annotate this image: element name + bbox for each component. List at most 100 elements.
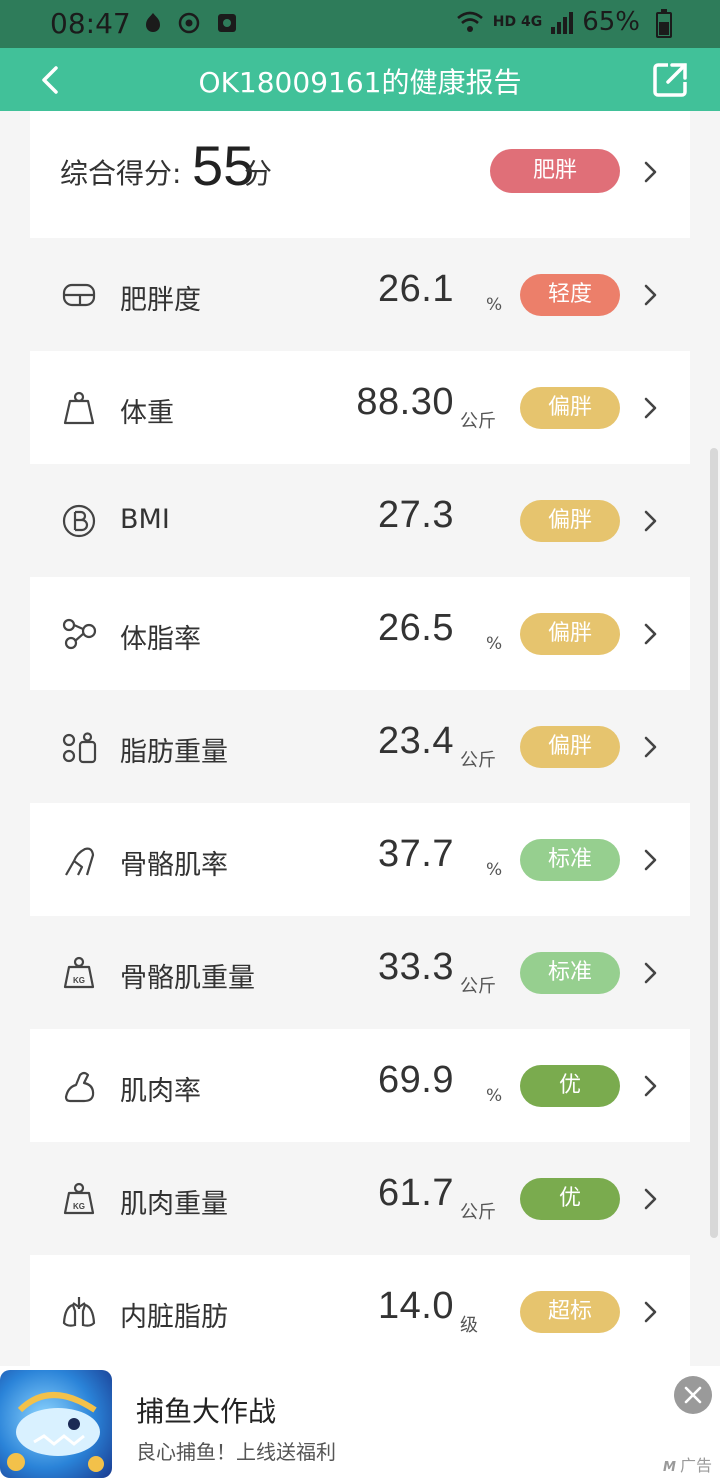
metric-row[interactable]: 骨骼肌率 37.7% 标准 [30, 803, 690, 916]
chevron-right-icon [644, 623, 657, 645]
metric-row[interactable]: 肥胖度 26.1% 轻度 [30, 238, 690, 351]
body-fat-rate-icon [62, 618, 97, 650]
metric-unit: 级 [460, 1315, 478, 1336]
score-badge: 肥胖 [490, 149, 620, 193]
bmi-icon [62, 504, 96, 538]
kg-weight-icon: KG [63, 956, 95, 989]
metric-value: 27.3 [378, 494, 454, 536]
status-badge: 优 [520, 1065, 620, 1107]
metric-value: 33.3 [378, 946, 454, 988]
chevron-right-icon [644, 962, 657, 984]
status-badge: 偏胖 [520, 613, 620, 655]
app-bar: OK18009161的健康报告 [0, 48, 720, 111]
metric-name: 内脏脂肪 [120, 1302, 228, 1333]
metric-row[interactable]: BMI 27.3 偏胖 [30, 464, 690, 577]
ad-tag-text: 广告 [679, 1456, 712, 1475]
chevron-right-icon [644, 397, 657, 419]
svg-text:KG: KG [73, 1202, 85, 1211]
metric-name: 肌肉重量 [120, 1189, 228, 1220]
share-icon[interactable] [650, 60, 690, 100]
lungs-icon [62, 1297, 96, 1327]
metric-unit: 公斤 [460, 976, 496, 997]
metric-name: 脂肪重量 [120, 737, 228, 768]
status-badge: 标准 [520, 952, 620, 994]
metric-value: 14.0 [378, 1285, 454, 1327]
status-badge: 偏胖 [520, 387, 620, 429]
metric-value: 88.30 [356, 381, 454, 423]
status-badge: 偏胖 [520, 726, 620, 768]
ad-network-logo: M [663, 1460, 676, 1475]
metric-row[interactable]: 脂肪重量 23.4 公斤 偏胖 [30, 690, 690, 803]
scrollbar[interactable] [710, 448, 718, 1238]
report-list: 综合得分: 55 分 肥胖 肥胖度 26.1% 轻度 体重 88.30 公斤 偏胖 BMI 27… [30, 111, 690, 1368]
metric-name: BMI [120, 504, 170, 535]
ad-label: M 广告 [663, 1452, 712, 1476]
metric-name: 肥胖度 [120, 285, 201, 316]
metric-value: 61.7 [378, 1172, 454, 1214]
chevron-right-icon [644, 1301, 657, 1323]
sync-icon [178, 12, 200, 34]
chevron-right-icon [644, 849, 657, 871]
ad-title: 捕鱼大作战 [136, 1395, 277, 1428]
photo-icon [218, 14, 236, 32]
metric-value: 69.9 [378, 1059, 454, 1101]
close-icon [684, 1386, 702, 1404]
ad-subtitle: 良心捕鱼！上线送福利 [136, 1440, 336, 1464]
app-notification-icon [146, 13, 160, 32]
score-unit: 分 [244, 157, 273, 190]
metric-value: 23.4 [378, 720, 454, 762]
metric-row[interactable]: 体重 88.30 公斤 偏胖 [30, 351, 690, 464]
chevron-right-icon [644, 1188, 657, 1210]
chevron-right-icon [644, 1075, 657, 1097]
kg-weight-icon: KG [63, 1182, 95, 1215]
network-type: HD 4G [492, 14, 543, 30]
fat-weight-icon [62, 732, 97, 764]
chevron-right-icon [644, 161, 657, 183]
back-arrow-icon[interactable] [34, 62, 70, 98]
overall-score-row[interactable]: 综合得分: 55 分 肥胖 [30, 111, 690, 238]
svg-text:KG: KG [73, 976, 85, 985]
status-bar: 08:47 HD 4G 65% [0, 0, 720, 48]
metric-name: 肌肉率 [120, 1076, 201, 1107]
status-time: 08:47 [50, 7, 131, 40]
metric-unit: % [486, 634, 503, 654]
metric-row[interactable]: 内脏脂肪 14.0 级 超标 [30, 1255, 690, 1368]
metric-value: 26.1 [378, 268, 454, 310]
page-title: OK18009161的健康报告 [198, 66, 522, 99]
metric-row[interactable]: KG 骨骼肌重量 33.3 公斤 标准 [30, 916, 690, 1029]
metric-value: 37.7 [378, 833, 454, 875]
metric-row[interactable]: 肌肉率 69.9% 优 [30, 1029, 690, 1142]
status-badge: 优 [520, 1178, 620, 1220]
status-badge: 标准 [520, 839, 620, 881]
metric-row[interactable]: KG 肌肉重量 61.7 公斤 优 [30, 1142, 690, 1255]
chevron-right-icon [644, 284, 657, 306]
metric-unit: 公斤 [460, 411, 496, 432]
status-right: HD 4G 65% [455, 7, 640, 37]
metric-unit: 公斤 [460, 1202, 496, 1223]
metric-value: 26.5 [378, 607, 454, 649]
ad-thumbnail[interactable] [0, 1370, 112, 1478]
status-badge: 超标 [520, 1291, 620, 1333]
chevron-right-icon [644, 510, 657, 532]
metric-name: 骨骼肌重量 [120, 963, 255, 994]
muscle-leg-icon [65, 847, 95, 876]
status-badge: 偏胖 [520, 500, 620, 542]
metric-name: 骨骼肌率 [120, 850, 228, 881]
wifi-icon [456, 11, 483, 32]
arm-muscle-icon [64, 1071, 95, 1103]
ad-close-button[interactable] [674, 1376, 712, 1414]
signal-icon [551, 12, 574, 34]
score-label: 综合得分: [60, 157, 182, 190]
metric-unit: % [486, 1086, 503, 1106]
chevron-right-icon [644, 736, 657, 758]
metric-unit: 公斤 [460, 750, 496, 771]
metric-unit: % [486, 295, 503, 315]
metric-name: 体重 [120, 398, 174, 429]
weight-icon [63, 391, 95, 425]
metric-unit: % [486, 860, 503, 880]
ad-banner[interactable]: 捕鱼大作战 良心捕鱼！上线送福利 M 广告 [0, 1366, 720, 1480]
metric-row[interactable]: 体脂率 26.5% 偏胖 [30, 577, 690, 690]
scale-icon [62, 283, 96, 307]
shark-icon [7, 1392, 104, 1472]
metric-name: 体脂率 [120, 624, 201, 655]
